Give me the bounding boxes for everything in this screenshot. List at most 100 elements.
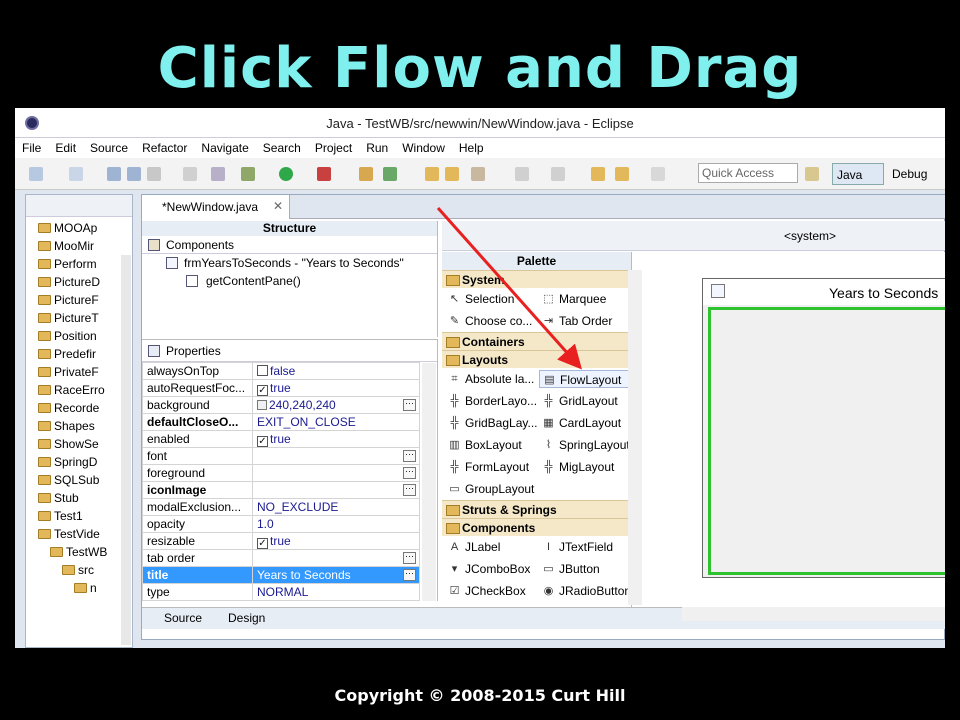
skip-breakpoints-icon[interactable]	[211, 167, 225, 181]
design-canvas[interactable]: Years to Seconds	[682, 252, 945, 607]
menu-edit[interactable]: Edit	[48, 138, 83, 155]
property-checkbox[interactable]: ✓	[257, 537, 268, 549]
ellipsis-button[interactable]: ···	[403, 399, 416, 411]
prev-annotation-icon[interactable]	[551, 167, 565, 181]
property-value-cell[interactable]: EXIT_ON_CLOSE	[252, 413, 420, 431]
package-item[interactable]: Stub	[26, 489, 132, 507]
palette-item[interactable]: ↖ Selection	[445, 290, 537, 308]
property-row[interactable]: alwaysOnTop false	[142, 362, 420, 380]
menu-navigate[interactable]: Navigate	[194, 138, 255, 155]
package-item[interactable]: ShowSe	[26, 435, 132, 453]
ellipsis-button[interactable]: ···	[403, 569, 416, 581]
property-row[interactable]: resizable ✓ true	[142, 532, 420, 550]
ellipsis-button[interactable]: ···	[403, 552, 416, 564]
property-checkbox[interactable]: ✓	[257, 384, 268, 396]
package-item[interactable]: Recorde	[26, 399, 132, 417]
search-icon[interactable]	[471, 167, 485, 181]
open-perspective-icon[interactable]	[805, 167, 819, 181]
palette-item[interactable]: ⌗ Absolute la...	[445, 370, 537, 388]
close-icon[interactable]: ✕	[273, 199, 283, 213]
property-row[interactable]: tab order ···	[142, 549, 420, 567]
package-item[interactable]: PictureT	[26, 309, 132, 327]
back-icon[interactable]	[615, 167, 629, 181]
palette-item[interactable]: ╬ GridBagLay...	[445, 414, 537, 432]
palette-item[interactable]: ╬ MigLayout	[539, 458, 629, 476]
property-value-cell[interactable]: ✓ true	[252, 430, 420, 448]
open-folder-icon[interactable]	[445, 167, 459, 181]
property-row[interactable]: iconImage ···	[142, 481, 420, 499]
palette-item[interactable]: ▤ FlowLayout	[539, 370, 629, 388]
palette-item[interactable]: ☑ JCheckBox	[445, 582, 537, 600]
save-all-icon[interactable]	[127, 167, 141, 181]
palette-item[interactable]: ╬ GridLayout	[539, 392, 629, 410]
jframe-preview[interactable]: Years to Seconds	[702, 278, 945, 578]
design-tab[interactable]: Design	[228, 611, 265, 625]
canvas-scrollbar[interactable]	[682, 607, 945, 621]
binary-icon[interactable]	[183, 167, 197, 181]
package-item[interactable]: Position	[26, 327, 132, 345]
property-row[interactable]: background 240,240,240 ···	[142, 396, 420, 414]
print-icon[interactable]	[147, 167, 161, 181]
property-row[interactable]: enabled ✓ true	[142, 430, 420, 448]
perspective-java-button[interactable]: Java	[832, 163, 884, 185]
package-item[interactable]: Predefir	[26, 345, 132, 363]
ellipsis-button[interactable]: ···	[403, 467, 416, 479]
forward-icon[interactable]	[651, 167, 665, 181]
property-row[interactable]: autoRequestFoc... ✓ true	[142, 379, 420, 397]
palette-item[interactable]: ⌇ SpringLayout	[539, 436, 629, 454]
debug-icon[interactable]	[241, 167, 255, 181]
property-row[interactable]: title Years to Seconds ···	[142, 566, 420, 584]
package-item[interactable]: SpringD	[26, 453, 132, 471]
menu-source[interactable]: Source	[83, 138, 135, 155]
property-value-cell[interactable]: NO_EXCLUDE	[252, 498, 420, 516]
property-row[interactable]: modalExclusion... NO_EXCLUDE	[142, 498, 420, 516]
tree-item-content-pane[interactable]: getContentPane()	[142, 272, 437, 290]
perspective-debug-button[interactable]: Debug	[888, 163, 927, 181]
package-item[interactable]: TestVide	[26, 525, 132, 543]
palette-category-struts[interactable]: Struts & Springs	[442, 500, 630, 518]
package-item[interactable]: PrivateF	[26, 363, 132, 381]
property-value-cell[interactable]: ···	[252, 464, 420, 482]
property-value-cell[interactable]: ✓ true	[252, 532, 420, 550]
run-external-icon[interactable]	[317, 167, 331, 181]
new-class-icon[interactable]	[359, 167, 373, 181]
menu-help[interactable]: Help	[452, 138, 491, 155]
package-item[interactable]: n	[26, 579, 132, 597]
palette-item[interactable]: ▦ CardLayout	[539, 414, 629, 432]
palette-item[interactable]: ╬ BorderLayo...	[445, 392, 537, 410]
palette-category-components[interactable]: Components	[442, 518, 630, 536]
package-item[interactable]: MOOAp	[26, 219, 132, 237]
tree-item-frame[interactable]: frmYearsToSeconds - "Years to Seconds"	[142, 254, 437, 272]
palette-item[interactable]: ◉ JRadioButton	[539, 582, 629, 600]
package-item[interactable]: TestWB	[26, 543, 132, 561]
property-row[interactable]: type NORMAL	[142, 583, 420, 601]
property-value-cell[interactable]: ···	[252, 447, 420, 465]
new-wizard-icon[interactable]	[383, 167, 397, 181]
menu-project[interactable]: Project	[308, 138, 359, 155]
property-value-cell[interactable]: 240,240,240 ···	[252, 396, 420, 414]
palette-category-containers[interactable]: Containers	[442, 332, 630, 350]
menu-window[interactable]: Window	[395, 138, 452, 155]
property-row[interactable]: font ···	[142, 447, 420, 465]
palette-item[interactable]: ▭ JButton	[539, 560, 629, 578]
source-tab[interactable]: Source	[164, 611, 202, 625]
property-value-cell[interactable]: 1.0	[252, 515, 420, 533]
package-item[interactable]: src	[26, 561, 132, 579]
new-project-icon[interactable]	[69, 167, 83, 181]
last-edit-icon[interactable]	[591, 167, 605, 181]
property-value-cell[interactable]: ✓ true	[252, 379, 420, 397]
property-checkbox[interactable]	[257, 365, 268, 376]
package-item[interactable]: SQLSub	[26, 471, 132, 489]
run-icon[interactable]	[279, 167, 293, 181]
palette-item[interactable]: ╬ FormLayout	[445, 458, 537, 476]
palette-item[interactable]: ▥ BoxLayout	[445, 436, 537, 454]
menu-refactor[interactable]: Refactor	[135, 138, 194, 155]
content-pane-preview[interactable]	[708, 307, 945, 575]
properties-scrollbar[interactable]	[422, 363, 436, 601]
property-value-cell[interactable]: NORMAL	[252, 583, 420, 601]
package-item[interactable]: RaceErro	[26, 381, 132, 399]
package-explorer-scrollbar[interactable]	[121, 255, 131, 645]
next-annotation-icon[interactable]	[515, 167, 529, 181]
save-icon[interactable]	[107, 167, 121, 181]
ellipsis-button[interactable]: ···	[403, 450, 416, 462]
